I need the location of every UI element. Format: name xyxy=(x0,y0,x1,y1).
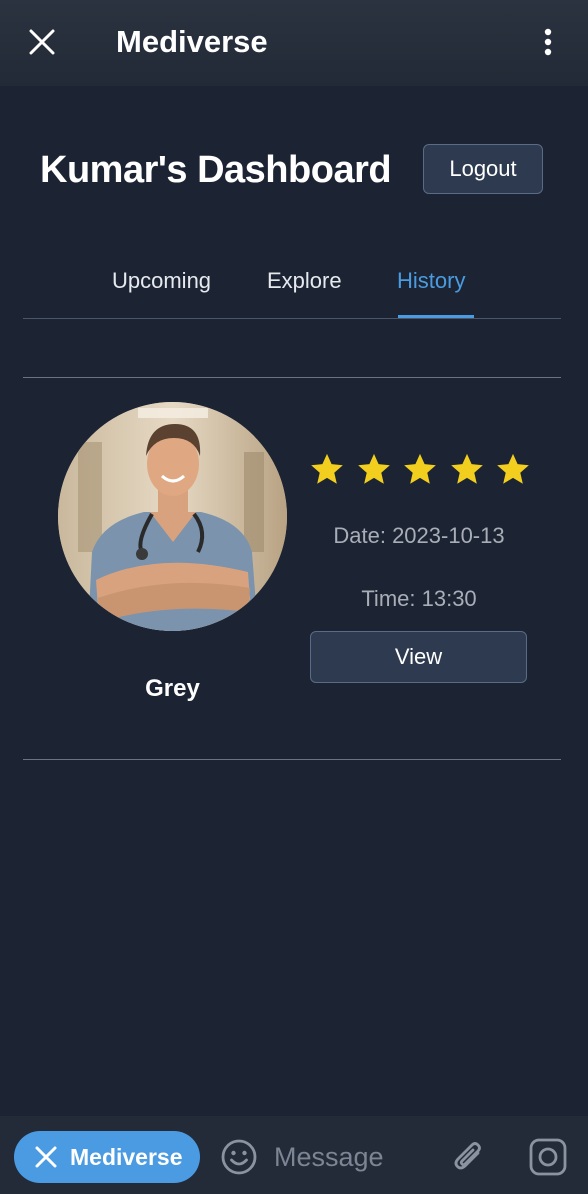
smiley-icon xyxy=(221,1139,257,1175)
camera-icon xyxy=(529,1138,567,1176)
active-tab-indicator xyxy=(398,315,474,318)
doctor-name: Grey xyxy=(145,675,200,702)
doctor-photo xyxy=(58,402,287,631)
more-vertical-icon xyxy=(544,28,552,56)
close-button[interactable] xyxy=(22,22,62,62)
star-icon xyxy=(404,453,436,484)
close-icon xyxy=(29,29,55,55)
attach-button[interactable] xyxy=(448,1136,490,1178)
star-icon xyxy=(450,453,483,484)
close-icon xyxy=(32,1143,60,1171)
logout-button[interactable]: Logout xyxy=(423,144,543,194)
divider-top xyxy=(23,377,561,378)
emoji-button[interactable] xyxy=(218,1136,260,1178)
top-bar: Mediverse xyxy=(0,0,588,86)
star-icon xyxy=(497,453,529,484)
mediverse-pill-button[interactable]: Mediverse xyxy=(14,1131,200,1183)
rating-stars xyxy=(308,450,532,490)
tab-explore[interactable]: Explore xyxy=(267,266,342,296)
view-appointment-button[interactable]: View xyxy=(310,631,527,683)
tab-history[interactable]: History xyxy=(397,266,465,296)
camera-button[interactable] xyxy=(526,1135,570,1179)
doctor-avatar xyxy=(58,402,287,631)
pill-label: Mediverse xyxy=(70,1143,183,1170)
bottom-bar: Mediverse xyxy=(0,1116,588,1194)
dashboard-title: Kumar's Dashboard xyxy=(40,149,392,191)
star-icon xyxy=(357,453,390,484)
appointment-time: Time: 13:30 xyxy=(361,586,477,611)
appointment-date: Date: 2023-10-13 xyxy=(333,523,505,548)
star-icon xyxy=(311,453,343,484)
tab-upcoming[interactable]: Upcoming xyxy=(112,266,211,296)
message-input[interactable] xyxy=(274,1136,434,1178)
more-menu-button[interactable] xyxy=(528,22,568,62)
tab-bar: Upcoming Explore History xyxy=(23,258,561,319)
divider-bottom xyxy=(23,759,561,760)
app-title: Mediverse xyxy=(116,24,268,59)
paperclip-icon xyxy=(454,1142,481,1170)
